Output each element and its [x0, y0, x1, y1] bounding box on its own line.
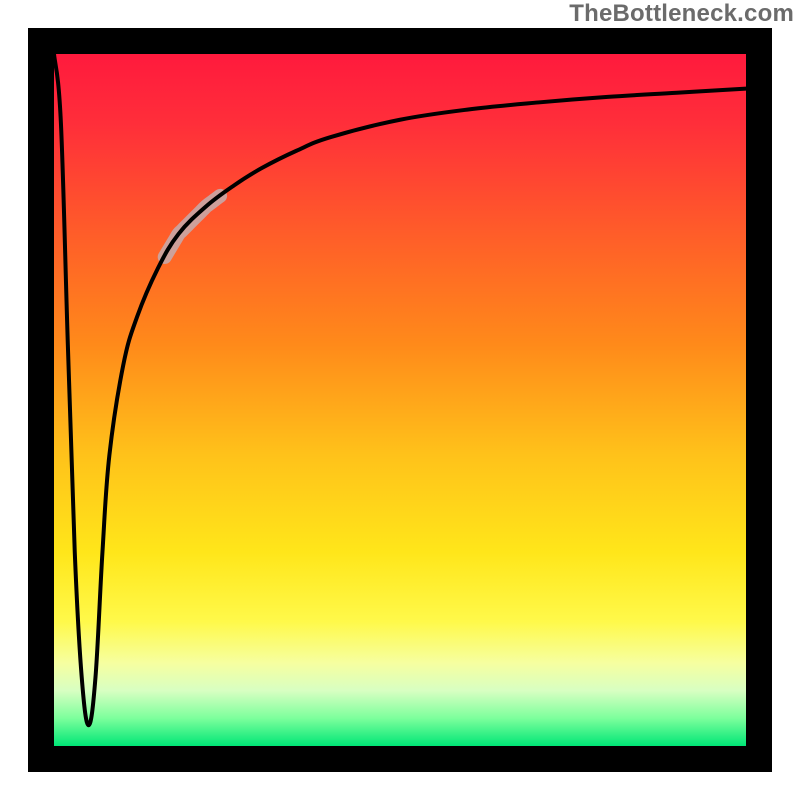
plot-gradient-fill: [54, 54, 746, 746]
chart-stage: TheBottleneck.com: [0, 0, 800, 800]
bottleneck-chart: [0, 0, 800, 800]
watermark-text: TheBottleneck.com: [569, 0, 794, 28]
